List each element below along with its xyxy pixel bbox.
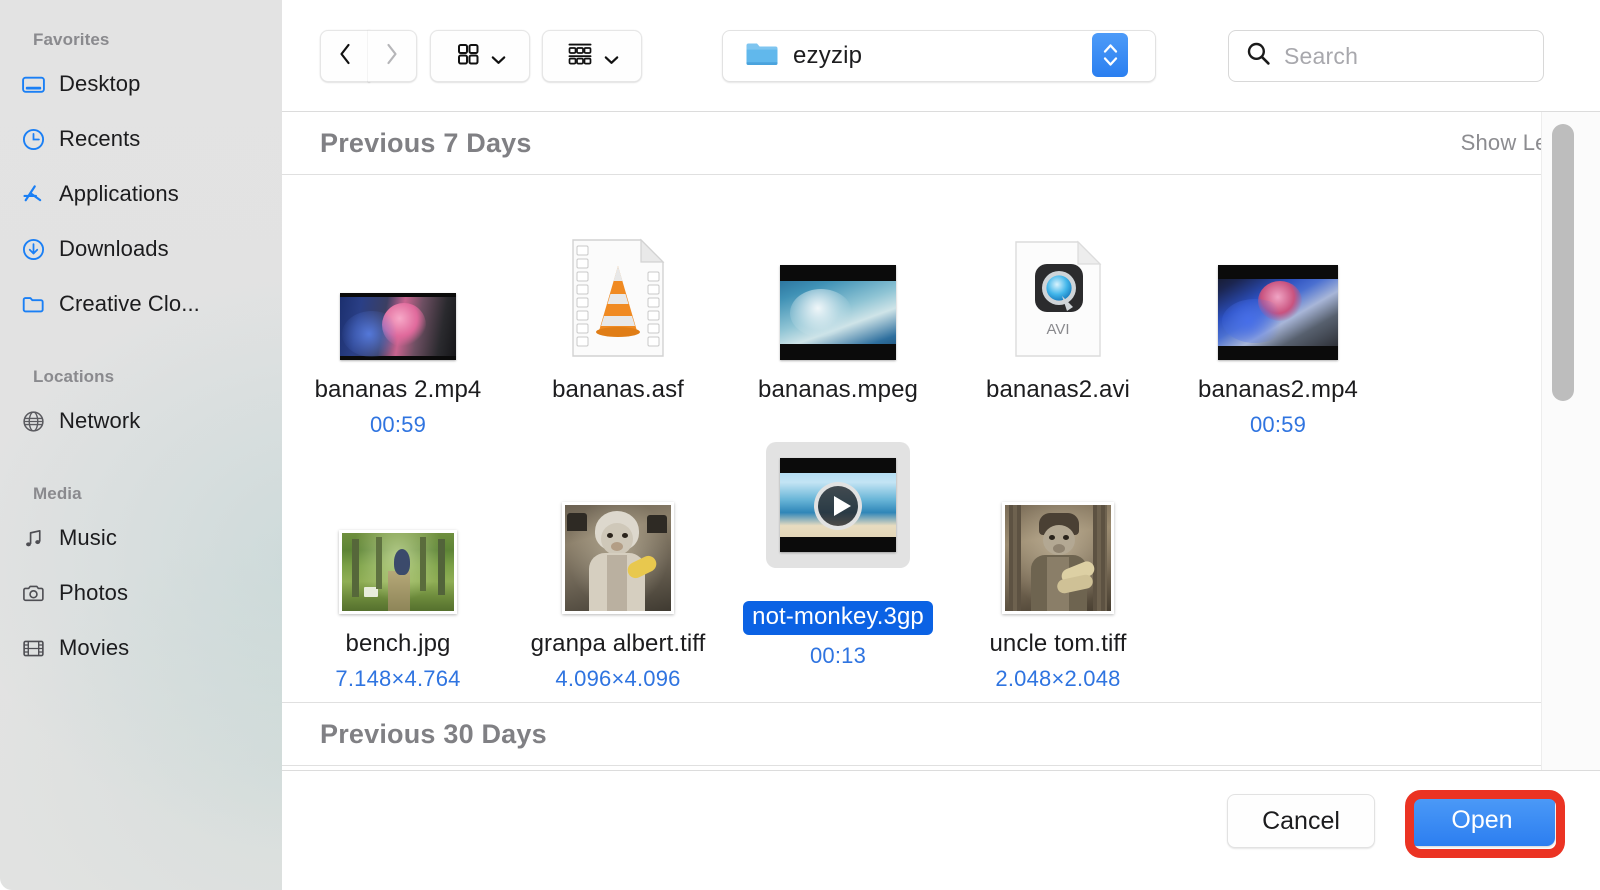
file-name: granpa albert.tiff — [530, 630, 706, 657]
sidebar-item-label: Desktop — [59, 71, 141, 96]
back-button[interactable] — [320, 30, 370, 82]
search-input[interactable]: Search — [1228, 30, 1544, 82]
file-thumbnail — [508, 187, 728, 362]
chevron-down-icon — [604, 52, 619, 64]
sidebar-item-downloads[interactable]: Downloads — [20, 229, 270, 269]
desktop-icon — [20, 71, 46, 97]
toolbar: ezyzip Search — [282, 0, 1600, 112]
globe-icon — [20, 408, 46, 434]
sidebar-item-recents[interactable]: Recents — [20, 119, 270, 159]
file-meta: 00:13 — [809, 643, 867, 668]
scrollbar-thumb[interactable] — [1552, 124, 1574, 401]
sidebar-item-music[interactable]: Music — [20, 518, 270, 558]
group-by-button[interactable] — [542, 30, 642, 82]
camera-icon — [20, 580, 46, 606]
path-popup-button[interactable]: ezyzip — [722, 30, 1156, 82]
file-name: not-monkey.3gp — [743, 601, 933, 635]
file-item[interactable]: uncle tom.tiff 2.048×2.048 — [948, 441, 1168, 692]
main-panel: ezyzip Search Previous 7 Days Show Less — [282, 0, 1600, 890]
quicktime-avi-doc-icon: AVI — [1015, 240, 1102, 357]
sidebar-item-label: Network — [59, 408, 141, 433]
music-note-icon — [20, 525, 46, 551]
sidebar-group-title-media: Media — [33, 484, 82, 503]
forward-button[interactable] — [368, 30, 417, 82]
file-item[interactable]: bananas 2.mp4 00:59 — [288, 187, 508, 438]
search-placeholder: Search — [1284, 42, 1359, 69]
applications-icon — [20, 181, 46, 207]
section-header-previous-7-days: Previous 7 Days Show Less — [282, 112, 1600, 175]
chevron-right-icon — [382, 41, 402, 72]
sidebar-item-label: Creative Clo... — [59, 291, 200, 316]
file-thumbnail: AVI — [948, 187, 1168, 362]
section-title: Previous 7 Days — [320, 127, 532, 158]
file-meta: 4.096×4.096 — [555, 666, 681, 691]
file-name: bench.jpg — [345, 630, 451, 657]
file-name: bananas 2.mp4 — [314, 376, 482, 403]
section-header-previous-30-days: Previous 30 Days — [282, 702, 1600, 766]
path-popup-label: ezyzip — [793, 42, 863, 69]
blue-folder-icon — [745, 40, 779, 73]
sidebar-item-label: Movies — [59, 635, 130, 660]
sidebar-item-movies[interactable]: Movies — [20, 628, 270, 668]
file-name: bananas.asf — [552, 376, 684, 403]
file-meta: 2.048×2.048 — [995, 666, 1121, 691]
sidebar: Favorites Desktop Recents Applications D… — [0, 0, 282, 890]
file-thumbnail — [728, 433, 948, 579]
grid-view-icon — [455, 41, 481, 72]
file-item[interactable]: bananas2.mp4 00:59 — [1168, 187, 1388, 438]
search-icon — [1245, 40, 1272, 72]
view-mode-button[interactable] — [430, 30, 530, 82]
download-icon — [20, 236, 46, 262]
sidebar-item-label: Downloads — [59, 236, 169, 261]
file-name: bananas2.mp4 — [1198, 376, 1358, 403]
sidebar-item-label: Applications — [59, 181, 179, 206]
file-name: bananas2.avi — [986, 376, 1130, 403]
open-button[interactable]: Open — [1409, 794, 1555, 846]
file-item[interactable]: AVI bananas2.avi — [948, 187, 1168, 412]
file-meta: 00:59 — [369, 412, 427, 437]
cancel-button[interactable]: Cancel — [1227, 794, 1375, 848]
avi-badge-text: AVI — [1046, 321, 1069, 338]
file-item[interactable]: bench.jpg 7.148×4.764 — [288, 441, 508, 692]
sidebar-item-desktop[interactable]: Desktop — [20, 64, 270, 104]
sidebar-item-label: Recents — [59, 126, 141, 151]
file-name: uncle tom.tiff — [989, 630, 1127, 657]
file-grid: bananas 2.mp4 00:59 bananas.asf bananas.… — [282, 175, 1600, 702]
sidebar-group-title-locations: Locations — [33, 367, 115, 386]
sidebar-group-title-favorites: Favorites — [33, 30, 110, 49]
file-item-selected[interactable]: not-monkey.3gp 00:13 — [728, 433, 948, 669]
bottom-bar: Cancel Open — [282, 771, 1600, 890]
sidebar-item-photos[interactable]: Photos — [20, 573, 270, 613]
sidebar-item-label: Photos — [59, 580, 129, 605]
file-thumbnail — [508, 441, 728, 616]
group-by-icon — [566, 41, 594, 72]
file-open-dialog: Favorites Desktop Recents Applications D… — [0, 0, 1600, 890]
file-item[interactable]: bananas.mpeg — [728, 187, 948, 412]
sidebar-item-creative-cloud[interactable]: Creative Clo... — [20, 284, 270, 324]
file-meta: 00:59 — [1249, 412, 1307, 437]
file-thumbnail — [288, 441, 508, 616]
file-meta: 7.148×4.764 — [335, 666, 461, 691]
vlc-cone-doc-icon — [572, 238, 665, 357]
file-thumbnail — [1168, 187, 1388, 362]
file-thumbnail — [288, 187, 508, 362]
sidebar-item-label: Music — [59, 525, 117, 550]
file-item[interactable]: granpa albert.tiff 4.096×4.096 — [508, 441, 728, 692]
sidebar-item-network[interactable]: Network — [20, 401, 270, 441]
file-thumbnail — [948, 441, 1168, 616]
chevron-left-icon — [335, 41, 355, 72]
file-item[interactable]: bananas.asf — [508, 187, 728, 412]
folder-icon — [20, 291, 46, 317]
sidebar-item-applications[interactable]: Applications — [20, 174, 270, 214]
selection-thumbnail-background — [766, 442, 910, 568]
file-thumbnail — [728, 187, 948, 362]
chevron-down-icon — [491, 52, 506, 64]
file-name: bananas.mpeg — [758, 376, 918, 403]
section-title: Previous 30 Days — [320, 718, 547, 749]
file-name-wrap: not-monkey.3gp — [728, 587, 948, 635]
up-down-stepper-icon[interactable] — [1092, 33, 1128, 77]
film-icon — [20, 635, 46, 661]
clock-icon — [20, 126, 46, 152]
